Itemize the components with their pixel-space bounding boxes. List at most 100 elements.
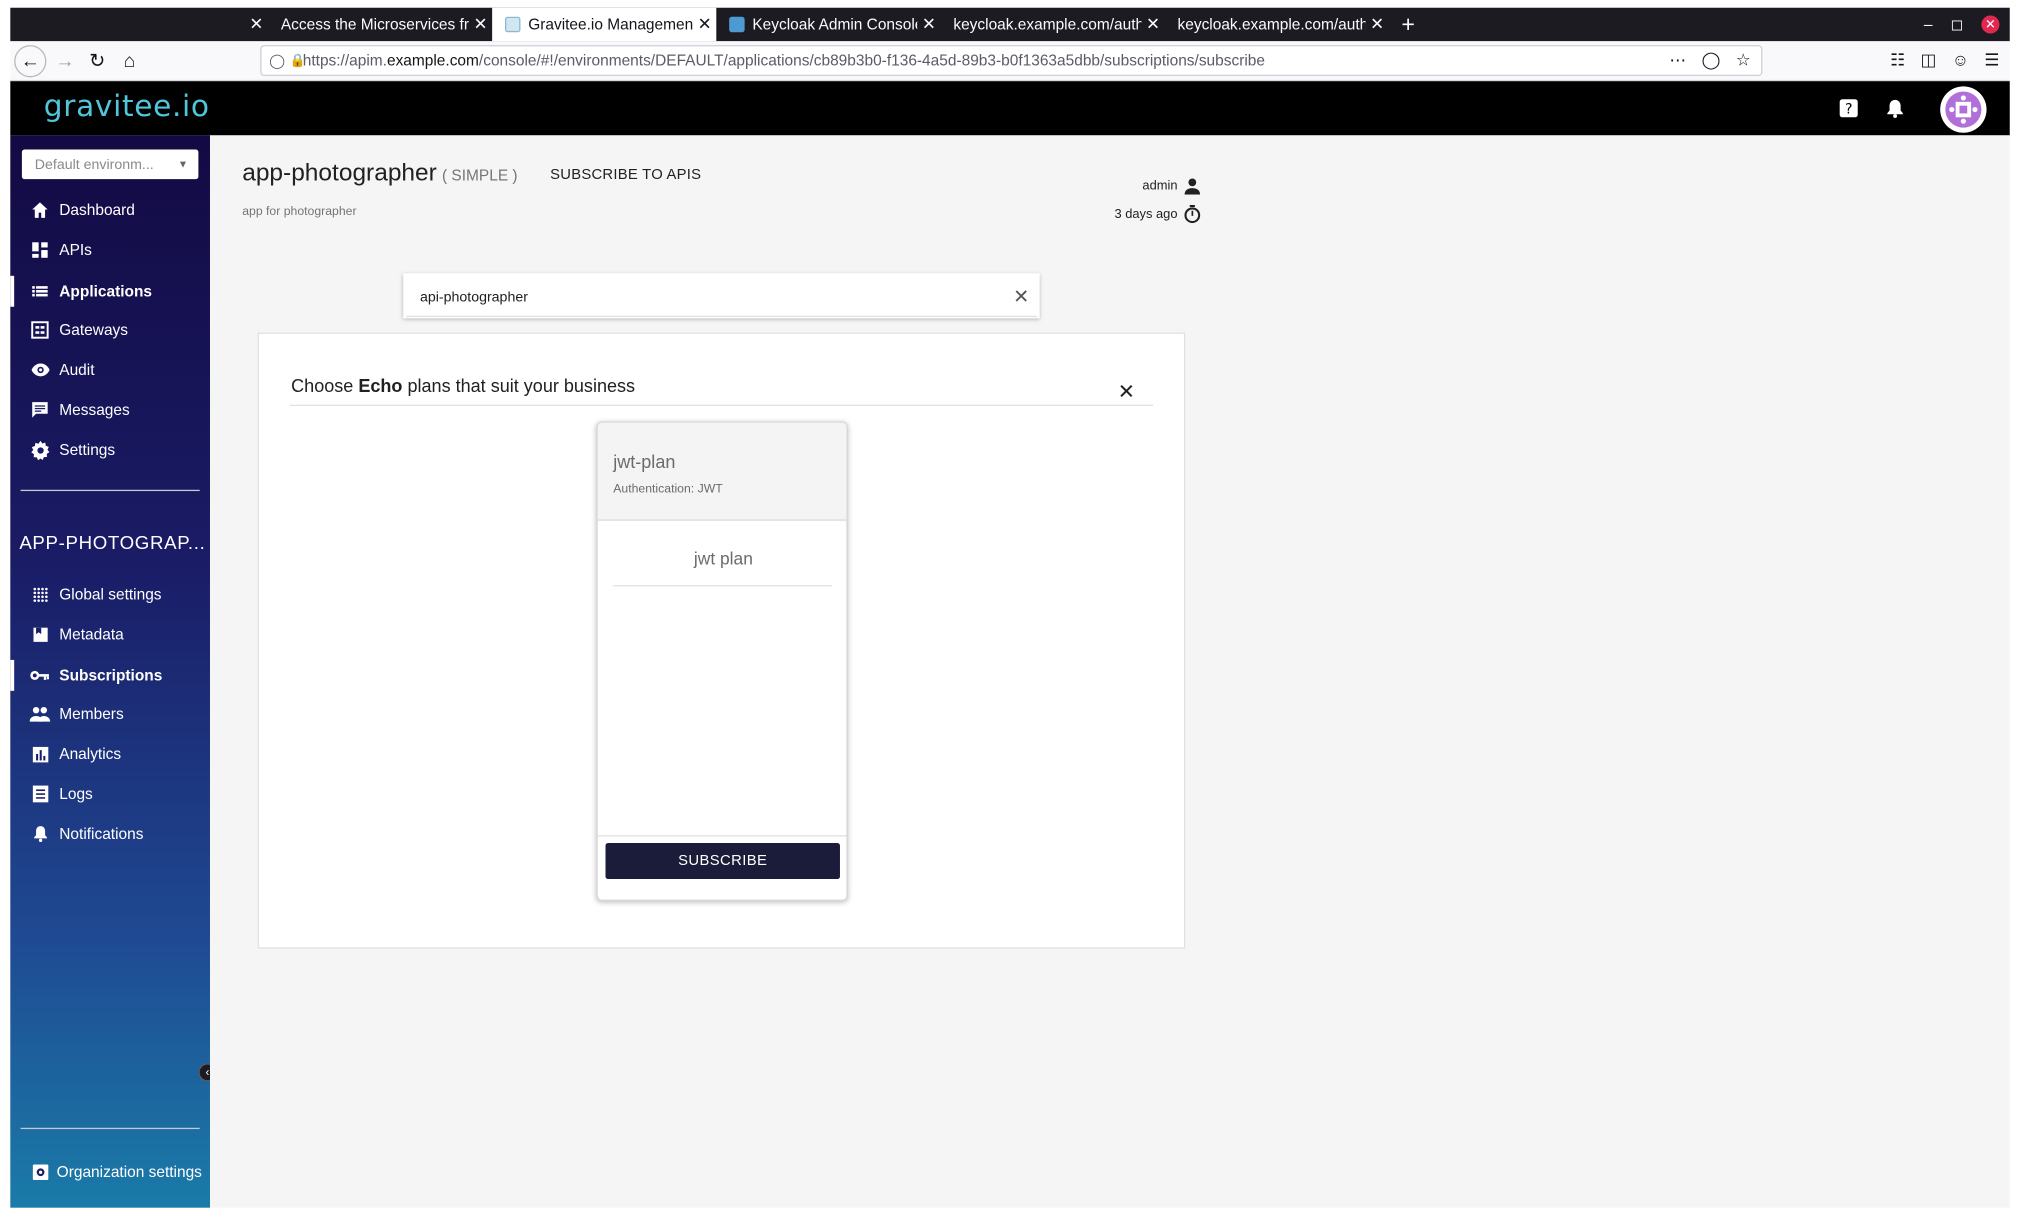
plan-card: jwt-plan Authentication: JWT jwt plan SU… — [596, 421, 848, 901]
home-icon — [30, 200, 51, 221]
minimize-icon[interactable]: – — [1924, 15, 1933, 33]
home-icon[interactable]: ⌂ — [113, 44, 145, 76]
browser-tab-active[interactable]: Gravitee.io Management ✕ — [492, 7, 717, 42]
owner-name: admin — [1142, 179, 1178, 194]
organization-settings-label: Organization settings — [56, 1162, 202, 1181]
api-search-box: ✕ — [403, 273, 1040, 319]
sidebar-item-global-settings[interactable]: Global settings — [10, 579, 210, 610]
close-plans-icon[interactable]: ✕ — [1118, 379, 1135, 405]
pocket-icon[interactable]: ◯ — [1702, 50, 1721, 71]
sidebar-item-apis[interactable]: APIs — [10, 235, 210, 266]
back-arrow-icon[interactable]: ← — [14, 44, 47, 77]
close-icon[interactable]: ✕ — [917, 14, 940, 35]
subscribe-button[interactable]: SUBSCRIBE — [605, 842, 840, 880]
new-tab-button[interactable]: + — [1389, 8, 1428, 42]
browser-tab[interactable]: keycloak.example.com/auth ✕ — [1165, 8, 1389, 42]
sidebar-item-notifications[interactable]: Notifications — [10, 818, 210, 849]
sidebar-item-applications[interactable]: Applications — [10, 275, 210, 307]
sidebar-item-label: Global settings — [59, 585, 162, 604]
dashboard-grid-icon — [30, 240, 51, 261]
chevron-down-icon: ▼ — [177, 158, 189, 171]
url-text: https://apim.example.com/console/#!/envi… — [303, 52, 1670, 70]
sidebar-toggle-icon[interactable]: ◫ — [1921, 50, 1937, 71]
bookmark-icon — [30, 624, 51, 645]
page-title: app-photographer( SIMPLE ) — [242, 160, 517, 188]
bookmark-star-icon[interactable]: ☆ — [1736, 50, 1751, 71]
window-controls: – ◻ ✕ — [1924, 8, 2000, 42]
plans-api-name: Echo — [358, 375, 403, 396]
eye-icon — [30, 360, 51, 381]
browser-tab-title: Gravitee.io Management — [528, 15, 694, 34]
sidebar-item-members[interactable]: Members — [10, 699, 210, 730]
plans-heading-prefix: Choose — [291, 375, 359, 396]
bell-icon[interactable] — [1882, 95, 1908, 121]
sidebar-item-label: Metadata — [59, 625, 124, 644]
browser-tab-title: Keycloak Admin Console — [752, 15, 918, 34]
svg-text:?: ? — [1845, 101, 1853, 117]
sidebar-item-dashboard[interactable]: Dashboard — [10, 195, 210, 226]
account-icon[interactable]: ☺ — [1952, 50, 1969, 71]
url-path: /console/#!/environments/DEFAULT/applica… — [478, 51, 1265, 70]
person-icon — [1184, 178, 1201, 195]
sidebar-item-logs[interactable]: Logs — [10, 778, 210, 809]
browser-tab[interactable]: Access the Microservices fr ✕ — [268, 8, 492, 42]
api-search-input[interactable] — [419, 290, 987, 306]
user-avatar[interactable] — [1940, 86, 1987, 133]
plans-heading-suffix: plans that suit your business — [402, 375, 636, 396]
forward-arrow-icon[interactable]: → — [49, 44, 81, 76]
plans-divider — [289, 404, 1154, 407]
document-icon — [30, 784, 51, 805]
browser-navbar: ← → ↻ ⌂ ◯ 🔒 https://apim.example.com/con… — [10, 41, 2010, 82]
sidebar-item-gateways[interactable]: Gateways — [10, 314, 210, 345]
sidebar-item-messages[interactable]: Messages — [10, 394, 210, 425]
bar-chart-icon — [30, 744, 51, 765]
browser-tab-title: keycloak.example.com/auth — [953, 15, 1142, 34]
sidebar-item-audit[interactable]: Audit — [10, 354, 210, 385]
hamburger-menu-icon[interactable]: ☰ — [1984, 50, 1999, 71]
subscribe-to-apis-link[interactable]: SUBSCRIBE TO APIS — [550, 168, 701, 183]
keycloak-favicon-icon — [729, 16, 745, 33]
sidebar-item-label: Notifications — [59, 824, 144, 843]
sidebar-divider — [20, 1127, 200, 1130]
sidebar-item-metadata[interactable]: Metadata — [10, 619, 210, 650]
library-icon[interactable]: ☷ — [1890, 50, 1905, 71]
timer-icon — [1184, 204, 1201, 223]
organization-settings-link[interactable]: Organization settings — [10, 1159, 210, 1185]
gravitee-logo[interactable]: gravitee.io — [44, 90, 210, 124]
close-icon[interactable]: ✕ — [469, 14, 492, 35]
close-icon[interactable]: ✕ — [693, 14, 716, 35]
url-prefix: https://apim. — [302, 51, 387, 70]
close-icon[interactable]: ✕ — [1141, 14, 1164, 35]
url-bar[interactable]: ◯ 🔒 https://apim.example.com/console/#!/… — [260, 45, 1763, 77]
browser-tab[interactable]: Keycloak Admin Console ✕ — [716, 8, 940, 42]
more-dots-icon[interactable]: ⋯ — [1669, 50, 1686, 71]
help-icon[interactable]: ? — [1836, 95, 1862, 121]
plan-name: jwt-plan — [613, 451, 676, 472]
plan-footer-divider — [597, 835, 847, 837]
lock-icon[interactable]: 🔒 — [290, 53, 306, 67]
sidebar-item-label: Subscriptions — [59, 666, 163, 685]
sidebar-item-label: Settings — [59, 440, 116, 459]
sidebar-item-settings[interactable]: Settings — [10, 434, 210, 465]
browser-tab[interactable]: keycloak.example.com/auth ✕ — [940, 8, 1164, 42]
environment-select-value: Default environm... — [34, 156, 154, 173]
application-name: app-photographer — [242, 159, 437, 187]
environment-select[interactable]: Default environm... ▼ — [21, 149, 199, 180]
url-host: example.com — [386, 51, 479, 70]
sidebar-item-label: APIs — [59, 241, 92, 260]
close-icon[interactable]: ✕ — [1366, 14, 1389, 35]
shield-icon[interactable]: ◯ — [269, 52, 285, 68]
sidebar-item-label: Applications — [59, 282, 153, 301]
clear-search-close-icon[interactable]: ✕ — [1013, 285, 1029, 308]
reload-icon[interactable]: ↻ — [81, 44, 113, 76]
sidebar-divider — [20, 489, 200, 492]
maximize-icon[interactable]: ◻ — [1951, 15, 1964, 33]
browser-tab-title: keycloak.example.com/auth — [1177, 15, 1366, 34]
close-icon[interactable]: ✕ — [245, 14, 268, 35]
list-icon — [30, 281, 51, 302]
browser-tab[interactable]: ✕ — [10, 8, 268, 42]
window-close-icon[interactable]: ✕ — [1981, 15, 2000, 34]
sidebar-item-analytics[interactable]: Analytics — [10, 739, 210, 770]
sidebar: Default environm... ▼ Dashboard APIs App… — [10, 135, 217, 1208]
sidebar-item-subscriptions[interactable]: Subscriptions — [10, 659, 210, 691]
